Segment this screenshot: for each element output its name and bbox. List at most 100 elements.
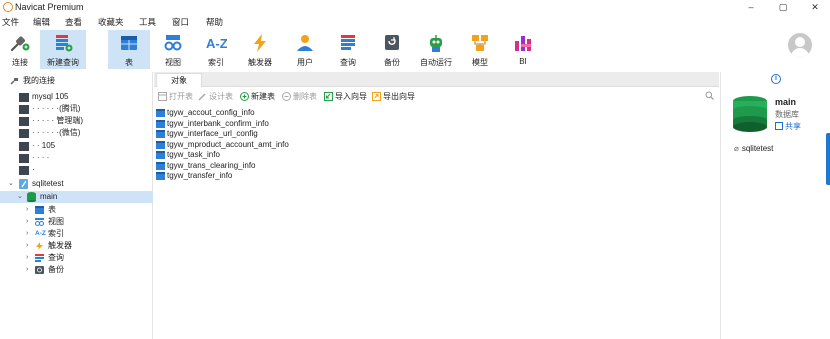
table-button[interactable]: 表 <box>108 30 150 69</box>
design-table-button[interactable]: 设计表 <box>198 91 233 102</box>
open-table-button[interactable]: 打开表 <box>158 91 193 102</box>
chevron-right-icon[interactable]: › <box>26 240 28 252</box>
delete-table-button[interactable]: 删除表 <box>282 91 317 102</box>
import-wizard-label: 导入向导 <box>335 92 367 101</box>
connection-item[interactable]: · · · · · 管理端) <box>0 115 153 127</box>
table-icon <box>156 151 165 159</box>
table-name: tgyw_accout_config_info <box>167 108 255 117</box>
connection-item[interactable]: mysql 105 <box>0 91 153 103</box>
tree-item-label: 备份 <box>48 265 64 274</box>
side-panel-edge-tab[interactable] <box>826 133 830 185</box>
close-button[interactable]: ✕ <box>800 0 830 15</box>
menu-favorites[interactable]: 收藏夹 <box>98 16 124 28</box>
connection-item[interactable]: · · 105 <box>0 140 153 152</box>
svg-text:A-Z: A-Z <box>206 36 227 51</box>
window-title: Navicat Premium <box>15 2 84 12</box>
mysql-connection-icon <box>19 166 29 175</box>
menu-window[interactable]: 窗口 <box>172 16 189 28</box>
menu-bar: 文件 编辑 查看 收藏夹 工具 窗口 帮助 <box>0 15 830 28</box>
table-icon <box>121 36 137 50</box>
info-db-type: 数据库 <box>775 110 799 119</box>
connection-item[interactable]: · <box>0 164 153 176</box>
table-name: tgyw_task_info <box>167 150 220 159</box>
model-label: 模型 <box>472 58 488 67</box>
menu-help[interactable]: 帮助 <box>206 16 223 28</box>
mysql-connection-icon <box>19 93 29 102</box>
tree-item-tables[interactable]: › 表 <box>0 204 153 216</box>
share-link[interactable]: 共享 <box>775 121 801 132</box>
connect-button[interactable]: 连接 <box>2 30 38 69</box>
tree-item-queries[interactable]: › 查询 <box>0 252 153 264</box>
mysql-connection-icon <box>19 129 29 138</box>
account-avatar[interactable] <box>788 33 812 57</box>
chevron-down-icon[interactable]: ⌄ <box>8 178 14 190</box>
table-name: tgyw_mproduct_account_amt_info <box>167 139 289 149</box>
view-glasses-icon <box>164 35 182 51</box>
lightning-icon <box>254 34 266 52</box>
open-table-icon <box>158 92 167 101</box>
menu-tools[interactable]: 工具 <box>139 16 156 28</box>
info-icon[interactable]: i <box>771 74 781 84</box>
minimize-button[interactable]: – <box>736 0 766 15</box>
sqlite-connection-label: sqlitetest <box>32 179 64 188</box>
export-wizard-button[interactable]: 导出向导 <box>372 91 415 102</box>
chevron-right-icon[interactable]: › <box>26 264 28 276</box>
user-label: 用户 <box>297 58 313 67</box>
tree-item-label: 表 <box>48 205 56 214</box>
connection-label: · <box>32 165 35 174</box>
index-button[interactable]: A-Z 索引 <box>199 30 233 69</box>
info-file: ⌀ sqlitetest <box>734 144 773 153</box>
table-name: tgyw_trans_clearing_info <box>167 160 256 170</box>
backup-label: 备份 <box>384 58 400 67</box>
paperclip-icon: ⌀ <box>734 144 739 153</box>
bi-chart-icon <box>515 36 531 51</box>
tree-item-label: 触发器 <box>48 241 72 250</box>
menu-view[interactable]: 查看 <box>65 16 82 28</box>
pencil-icon <box>198 93 206 101</box>
new-table-button[interactable]: 新建表 <box>240 91 275 102</box>
new-table-label: 新建表 <box>251 92 275 101</box>
info-panel: i main 数据库 共享 ⌀ sqlitetest <box>720 72 830 339</box>
main-toolbar: 连接 新建查询 表 视图 A-Z 索引 触发器 用户 查询 备份 自动运行 模型… <box>0 28 830 71</box>
bi-button[interactable]: BI <box>506 30 540 69</box>
chevron-right-icon[interactable]: › <box>26 252 28 264</box>
user-button[interactable]: 用户 <box>288 30 322 69</box>
menu-edit[interactable]: 编辑 <box>33 16 50 28</box>
chevron-down-icon[interactable]: ⌄ <box>17 191 23 203</box>
connection-item[interactable]: · · · · <box>0 152 153 164</box>
query-button[interactable]: 查询 <box>331 30 365 69</box>
info-file-label: sqlitetest <box>741 144 774 153</box>
backup-icon <box>385 35 399 50</box>
chevron-right-icon[interactable]: › <box>26 228 28 240</box>
menu-file[interactable]: 文件 <box>2 16 19 28</box>
trigger-button[interactable]: 触发器 <box>242 30 278 69</box>
minus-circle-icon <box>282 92 291 101</box>
connection-item[interactable]: · · · · · ·(腾讯) <box>0 103 153 115</box>
model-icon <box>472 35 488 51</box>
backup-button[interactable]: 备份 <box>375 30 409 69</box>
import-wizard-button[interactable]: 导入向导 <box>324 91 367 102</box>
chevron-right-icon[interactable]: › <box>26 216 28 228</box>
view-glasses-icon <box>35 218 44 226</box>
connection-item[interactable]: · · · · · ·(微信) <box>0 127 153 139</box>
new-query-button[interactable]: 新建查询 <box>40 30 86 69</box>
chevron-right-icon[interactable]: › <box>26 204 28 216</box>
view-button[interactable]: 视图 <box>156 30 190 69</box>
tree-item-triggers[interactable]: › 触发器 <box>0 240 153 252</box>
search-icon[interactable] <box>705 91 714 100</box>
tree-item-indexes[interactable]: › A-Z 索引 <box>0 228 153 240</box>
schema-item-main[interactable]: ⌄ main <box>0 191 153 203</box>
table-icon <box>156 119 165 128</box>
tree-item-views[interactable]: › 视图 <box>0 216 153 228</box>
automation-button[interactable]: 自动运行 <box>416 30 456 69</box>
trigger-label: 触发器 <box>248 58 272 67</box>
model-button[interactable]: 模型 <box>463 30 497 69</box>
my-connections-header[interactable]: 我的连接 <box>0 75 153 87</box>
my-connections-label: 我的连接 <box>23 76 55 85</box>
backup-icon <box>35 266 44 274</box>
tree-item-backups[interactable]: › 备份 <box>0 264 153 276</box>
tab-objects[interactable]: 对象 <box>156 73 202 87</box>
database-icon <box>733 96 767 132</box>
sqlite-connection-item[interactable]: ⌄ sqlitetest <box>0 178 153 190</box>
maximize-button[interactable]: ▢ <box>768 0 798 15</box>
